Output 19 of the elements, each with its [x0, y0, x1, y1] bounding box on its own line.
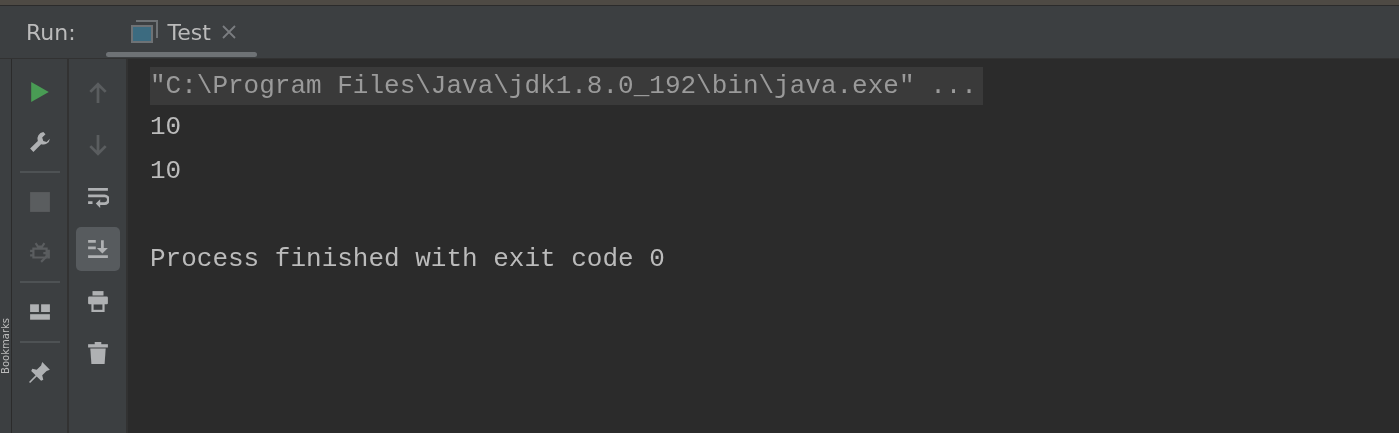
scroll-end-button[interactable] [75, 227, 120, 271]
printer-icon [86, 290, 109, 312]
close-icon[interactable] [220, 24, 237, 40]
run-label: Run: [26, 19, 76, 45]
scroll-end-icon [86, 238, 109, 260]
output-line: 10 [150, 155, 183, 188]
output-line: 10 [150, 111, 183, 144]
side-tab[interactable]: Bookmarks [0, 59, 12, 433]
bug-arrow-icon [28, 241, 51, 263]
pin-icon [28, 361, 51, 383]
trash-icon [86, 342, 109, 364]
play-icon [28, 81, 51, 103]
wrench-icon [28, 131, 51, 153]
stop-icon [28, 191, 51, 213]
run-tab[interactable]: Test [105, 6, 257, 58]
window-icon [129, 20, 158, 44]
status-line: Process finished with exit code 0 [150, 243, 666, 276]
layout-icon [28, 301, 51, 323]
wrap-icon [86, 186, 109, 208]
